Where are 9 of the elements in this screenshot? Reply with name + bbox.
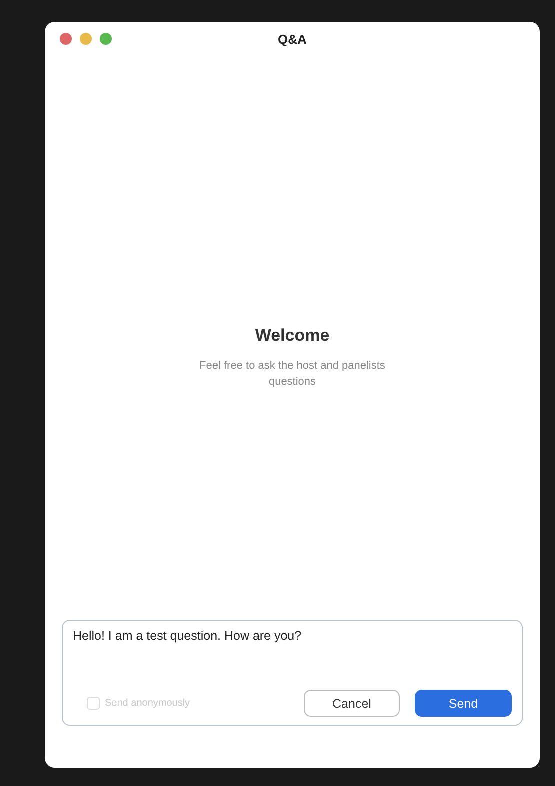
zoom-icon[interactable] <box>100 33 112 45</box>
welcome-message: Feel free to ask the host and panelists questions <box>198 359 386 390</box>
send-button[interactable]: Send <box>415 690 512 717</box>
window-title: Q&A <box>278 32 307 46</box>
close-icon[interactable] <box>60 33 72 45</box>
cancel-button[interactable]: Cancel <box>304 690 400 717</box>
minimize-icon[interactable] <box>80 33 92 45</box>
welcome-heading: Welcome <box>255 326 330 346</box>
anonymous-checkbox[interactable] <box>87 697 100 710</box>
